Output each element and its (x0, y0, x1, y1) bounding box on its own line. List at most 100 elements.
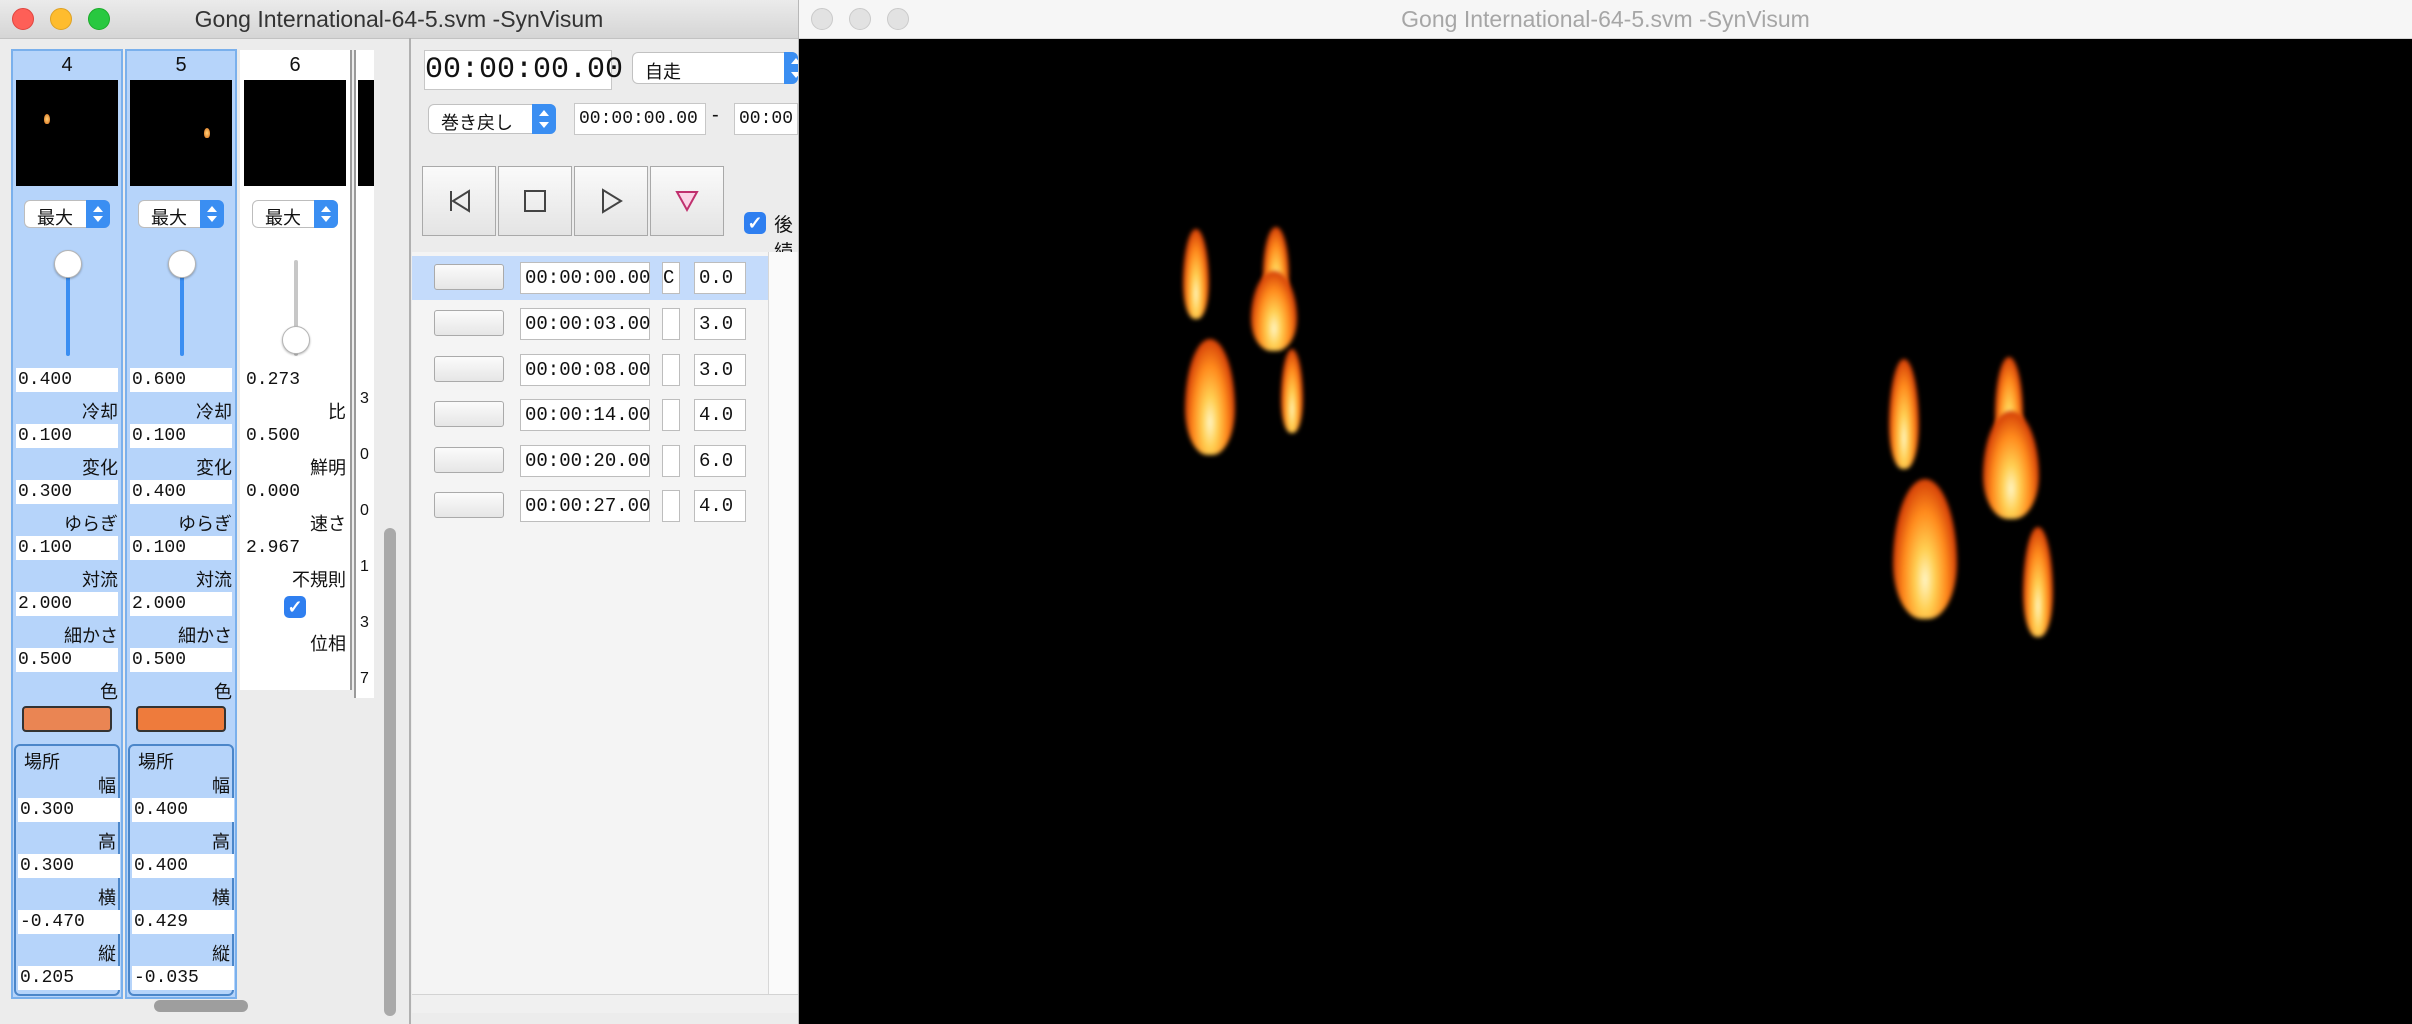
place-field-horizontal[interactable]: 0.429 (132, 910, 234, 934)
level-field[interactable]: 0.273 (244, 368, 346, 392)
place-field-vertical[interactable]: -0.035 (132, 966, 234, 990)
param-field-convection[interactable]: 2.000 (130, 592, 232, 616)
cue-row[interactable]: 00:00:14.00 4.0 (412, 393, 768, 437)
place-field-horizontal[interactable]: -0.470 (18, 910, 120, 934)
param-label-cooling: 冷却 (196, 402, 232, 422)
cue-value-field[interactable]: 3.0 (694, 354, 746, 386)
cue-list-vertical-scrollbar[interactable] (768, 252, 797, 994)
param-field-flicker[interactable]: 0.100 (16, 536, 118, 560)
place-field-width[interactable]: 0.300 (18, 798, 120, 822)
cue-flag-field[interactable] (662, 354, 680, 386)
level-slider-knob[interactable] (282, 326, 310, 354)
control-window-titlebar[interactable]: Gong International-64-5.svm -SynVisum (0, 0, 798, 39)
param-field-sharpness[interactable]: 0.000 (244, 480, 346, 504)
cue-row[interactable]: 00:00:27.00 4.0 (412, 484, 768, 528)
cue-time-field[interactable]: 00:00:27.00 (520, 490, 650, 522)
rewind-mode-select[interactable]: 巻き戻し (428, 104, 556, 134)
cue-row[interactable]: 00:00:08.00 3.0 (412, 348, 768, 392)
cue-trigger-button[interactable] (434, 310, 504, 336)
mode-select[interactable]: 最大 (138, 200, 224, 228)
level-field[interactable]: 0.600 (130, 368, 232, 392)
color-swatch-button[interactable] (136, 706, 226, 732)
channel-horizontal-scrollbar[interactable] (154, 1000, 248, 1012)
cue-flag-field[interactable] (662, 308, 680, 340)
channel-number: 4 (61, 54, 73, 76)
cue-list-horizontal-scrollbar[interactable] (412, 994, 798, 1013)
cue-time-field[interactable]: 00:00:14.00 (520, 399, 650, 431)
channel-strip-5[interactable]: 5 最大 0.600 冷却 0.100 変化 0.400 ゆらぎ 0.100 対… (125, 49, 237, 999)
stop-button[interactable] (498, 166, 572, 236)
place-field-height[interactable]: 0.400 (132, 854, 234, 878)
rewind-to-start-icon (450, 189, 470, 213)
cue-value-field[interactable]: 4.0 (694, 399, 746, 431)
phase-label: 位相 (310, 634, 346, 654)
cue-time-field[interactable]: 00:00:08.00 (520, 354, 650, 386)
place-field-vertical[interactable]: 0.205 (18, 966, 120, 990)
param-label-detail: 細かさ (64, 626, 118, 646)
param-field-detail[interactable]: 0.500 (16, 648, 118, 672)
param-field-change[interactable]: 0.400 (130, 480, 232, 504)
cue-row[interactable]: 00:00:03.00 3.0 (412, 302, 768, 346)
cue-time-field[interactable]: 00:00:20.00 (520, 445, 650, 477)
param-field-convection[interactable]: 2.000 (16, 592, 118, 616)
cue-value-field[interactable]: 4.0 (694, 490, 746, 522)
param-field-flicker[interactable]: 0.100 (130, 536, 232, 560)
cue-value-field[interactable]: 6.0 (694, 445, 746, 477)
cue-row[interactable]: 00:00:00.00 C 0.0 (412, 256, 768, 300)
mode-select[interactable]: 最大 (252, 200, 338, 228)
play-button[interactable] (574, 166, 648, 236)
place-label-vertical: 縦 (212, 944, 230, 964)
follow-checkbox[interactable]: ✓ (744, 212, 766, 234)
level-slider-knob[interactable] (168, 250, 196, 278)
flame-preview-canvas (799, 39, 2412, 1024)
color-swatch-button[interactable] (22, 706, 112, 732)
param-field-change[interactable]: 0.300 (16, 480, 118, 504)
split-view-divider[interactable] (409, 38, 411, 1024)
channel-strip-4[interactable]: 4 最大 0.400 冷却 0.100 変化 0.300 ゆらぎ 0.100 対… (11, 49, 123, 999)
param-field-cooling[interactable]: 0.100 (130, 424, 232, 448)
place-field-width[interactable]: 0.400 (132, 798, 234, 822)
cue-time-field[interactable]: 00:00:03.00 (520, 308, 650, 340)
range-end-field[interactable]: 00:00: (734, 103, 798, 135)
cue-row[interactable]: 00:00:20.00 6.0 (412, 439, 768, 483)
channel-thumbnail (130, 80, 232, 186)
param-label-flicker: ゆらぎ (64, 514, 118, 534)
control-window-title: Gong International-64-5.svm -SynVisum (194, 6, 604, 32)
irregular-checkbox[interactable]: ✓ (284, 596, 306, 618)
cue-trigger-button[interactable] (434, 264, 504, 290)
level-field[interactable]: 0.400 (16, 368, 118, 392)
param-field-cooling[interactable]: 0.100 (16, 424, 118, 448)
run-mode-select[interactable]: 自走 (632, 52, 798, 84)
cue-trigger-button[interactable] (434, 401, 504, 427)
level-slider-knob[interactable] (54, 250, 82, 278)
range-start-field[interactable]: 00:00:00.00 (574, 103, 706, 135)
cue-flag-field[interactable] (662, 490, 680, 522)
control-window: Gong International-64-5.svm -SynVisum 4 … (0, 0, 799, 1024)
cue-value-field[interactable]: 3.0 (694, 308, 746, 340)
cue-time-field[interactable]: 00:00:00.00 (520, 262, 650, 294)
channel-strip-7-partial[interactable]: 3 0 0 1 3 7 (354, 50, 374, 698)
cue-trigger-button[interactable] (434, 356, 504, 382)
peek-value: 3 (360, 390, 369, 407)
param-field-ratio[interactable]: 0.500 (244, 424, 346, 448)
cue-trigger-button[interactable] (434, 447, 504, 473)
cue-value-field[interactable]: 0.0 (694, 262, 746, 294)
flame-shape (1185, 339, 1235, 455)
param-label-cooling: 冷却 (82, 402, 118, 422)
place-label-width: 幅 (212, 776, 230, 796)
cue-flag-field[interactable] (662, 399, 680, 431)
preview-window-titlebar[interactable]: Gong International-64-5.svm -SynVisum (799, 0, 2412, 39)
channel-strip-6[interactable]: 6 最大 0.273 比 0.500 鮮明 0.000 速さ 2.967 不規則… (240, 50, 352, 690)
param-field-detail[interactable]: 0.500 (130, 648, 232, 672)
channel-vertical-scrollbar[interactable] (384, 528, 396, 1016)
mode-select[interactable]: 最大 (24, 200, 110, 228)
cue-marker-button[interactable] (650, 166, 724, 236)
flame-shape (1893, 479, 1957, 619)
rewind-to-start-button[interactable] (422, 166, 496, 236)
param-field-speed[interactable]: 2.967 (244, 536, 346, 560)
cue-flag-field[interactable] (662, 445, 680, 477)
cue-flag-field[interactable]: C (662, 262, 680, 294)
place-field-height[interactable]: 0.300 (18, 854, 120, 878)
preview-window: Gong International-64-5.svm -SynVisum (799, 0, 2412, 1024)
cue-trigger-button[interactable] (434, 492, 504, 518)
